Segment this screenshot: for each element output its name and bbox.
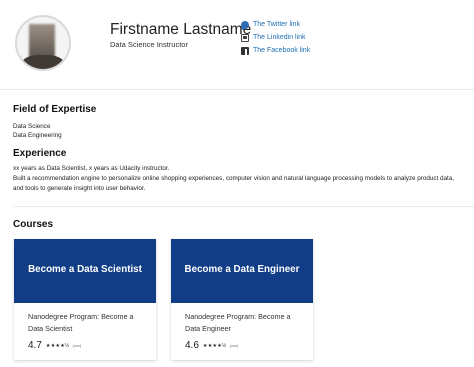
facebook-link[interactable]: The Facebook link xyxy=(253,47,310,54)
experience-heading: Experience xyxy=(13,148,67,159)
profile-header: Firstname Lastname Data Science Instruct… xyxy=(0,0,474,88)
course-banner[interactable]: Become a Data Engineer xyxy=(171,239,313,303)
profile-title: Data Science Instructor xyxy=(110,40,188,49)
course-title[interactable]: Nanodegree Program: Become a Data Scient… xyxy=(28,311,148,335)
profile-name: Firstname Lastname xyxy=(110,21,252,38)
star-rating-icon: ★★★★½ xyxy=(45,342,70,349)
rating-value: 4.6 xyxy=(185,340,199,351)
course-banner-title: Become a Data Scientist xyxy=(28,264,142,275)
social-links: The Twitter link The Linkedin link The F… xyxy=(240,18,310,57)
experience-line: xx years as Data Scientist, x years as U… xyxy=(13,165,170,172)
course-rating: 4.7 ★★★★½ (xxx) xyxy=(28,340,81,351)
facebook-row: The Facebook link xyxy=(241,44,310,57)
facebook-icon xyxy=(241,46,249,55)
course-card[interactable]: Become a Data Scientist Nanodegree Progr… xyxy=(14,239,156,360)
rating-count: (xxx) xyxy=(72,343,82,348)
twitter-row: The Twitter link xyxy=(240,18,310,31)
course-banner-title: Become a Data Engineer xyxy=(184,264,300,275)
course-title[interactable]: Nanodegree Program: Become a Data Engine… xyxy=(185,311,305,335)
experience-line: Built a recommendation engine to persona… xyxy=(13,175,455,182)
twitter-link[interactable]: The Twitter link xyxy=(253,21,300,28)
experience-line: and tools to generate insight into user … xyxy=(13,185,146,192)
avatar-shoulders xyxy=(22,55,64,69)
linkedin-row: The Linkedin link xyxy=(241,31,310,44)
rating-count: (xxx) xyxy=(229,343,239,348)
section-divider xyxy=(13,206,474,207)
course-banner[interactable]: Become a Data Scientist xyxy=(14,239,156,303)
star-rating-icon: ★★★★½ xyxy=(202,342,227,349)
blurred-face xyxy=(29,24,55,58)
avatar xyxy=(15,15,71,71)
twitter-icon xyxy=(240,19,250,30)
courses-heading: Courses xyxy=(13,219,54,230)
course-rating: 4.6 ★★★★½ (xxx) xyxy=(185,340,238,351)
expertise-item: Data Engineering xyxy=(13,132,62,139)
linkedin-icon xyxy=(241,33,249,42)
expertise-heading: Field of Expertise xyxy=(13,104,97,115)
course-card[interactable]: Become a Data Engineer Nanodegree Progra… xyxy=(171,239,313,360)
rating-value: 4.7 xyxy=(28,340,42,351)
header-divider xyxy=(0,89,474,90)
linkedin-link[interactable]: The Linkedin link xyxy=(253,34,306,41)
